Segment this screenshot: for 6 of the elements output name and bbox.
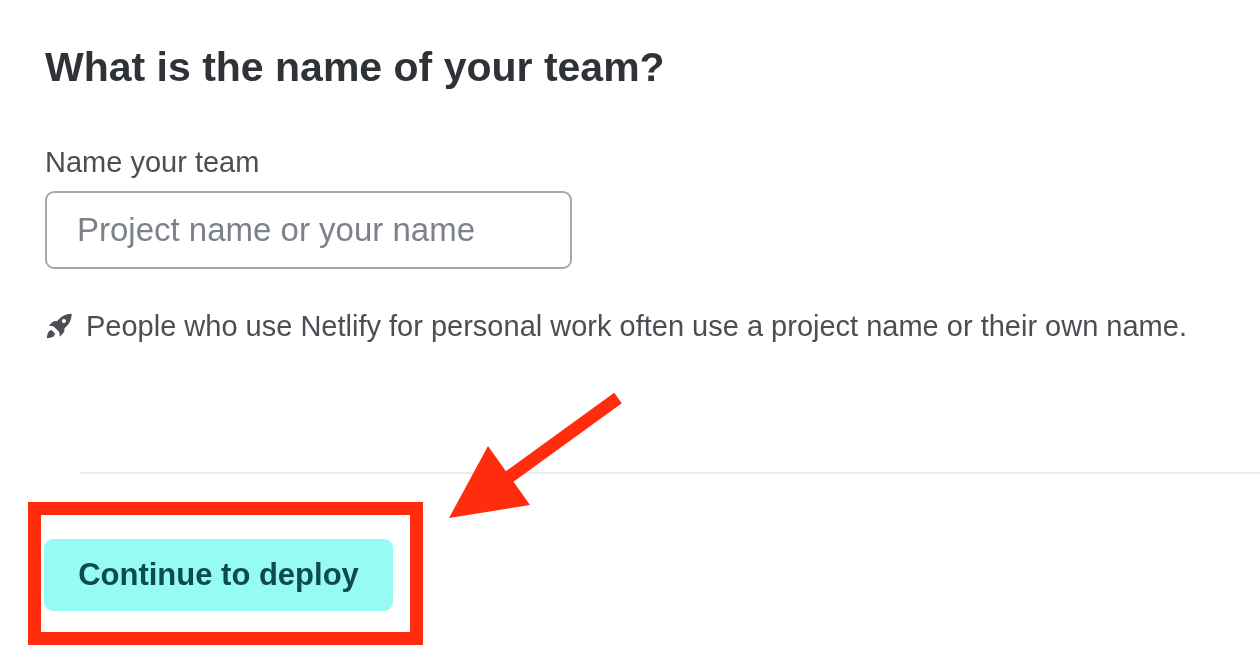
hint-text: People who use Netlify for personal work often use a project name or their own name.: [86, 309, 1187, 343]
continue-button[interactable]: Continue to deploy: [44, 539, 393, 611]
field-label: Name your team: [45, 145, 261, 179]
page-heading: What is the name of your team?: [44, 43, 666, 91]
rocket-icon: [45, 312, 73, 340]
team-name-field[interactable]: Project name or your name: [45, 191, 572, 269]
